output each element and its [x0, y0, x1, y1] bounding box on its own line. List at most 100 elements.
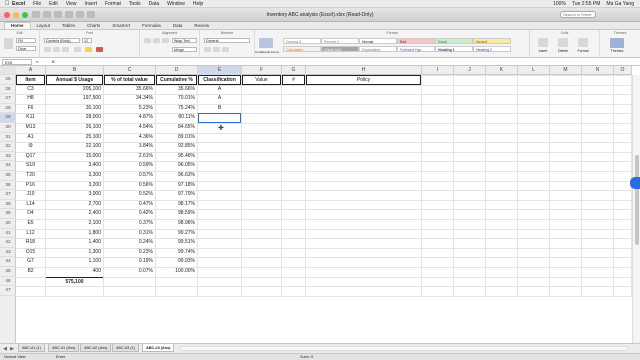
table-header-pct[interactable]: % of total value — [104, 75, 155, 85]
vertical-scrollbar[interactable] — [632, 75, 640, 343]
usage-cell[interactable]: 15,000 — [46, 152, 103, 162]
menu-insert[interactable]: Insert — [85, 1, 98, 7]
align-right-icon[interactable] — [162, 38, 169, 43]
menu-help[interactable]: Help — [193, 1, 203, 7]
sheet-tab[interactable]: ABC-#2 (Ans) — [80, 344, 112, 352]
tab-home[interactable]: Home — [4, 22, 31, 29]
row-header[interactable]: 42 — [0, 238, 16, 248]
last-sheet-icon[interactable]: ▶ — [9, 346, 15, 352]
select-all-corner[interactable] — [0, 66, 16, 75]
number-format-select[interactable]: General — [204, 38, 250, 43]
cumulative-cell[interactable]: 98.96% — [156, 219, 197, 229]
classification-cell[interactable] — [198, 190, 241, 200]
style-comma2[interactable]: Comma 2 — [283, 38, 321, 44]
pct-cell[interactable]: 0.57% — [104, 171, 155, 181]
classification-cell[interactable] — [198, 152, 241, 162]
column-header-b[interactable]: B — [46, 66, 104, 75]
clock[interactable]: Tue 2:55 PM — [572, 1, 600, 7]
sheet-tab[interactable]: ABC-#3 (1) — [112, 344, 139, 352]
table-header-item[interactable]: Item — [16, 75, 45, 85]
style-check-cell[interactable]: Check Cell — [321, 46, 359, 52]
clear-button[interactable]: Clear — [16, 46, 36, 51]
cumulative-cell[interactable]: 35.66% — [156, 85, 197, 95]
table-header-cls[interactable]: Classification — [198, 75, 241, 85]
pct-cell[interactable]: 0.31% — [104, 229, 155, 239]
column-header-l[interactable]: L — [518, 66, 550, 75]
tab-smartart[interactable]: SmartArt — [106, 23, 136, 29]
view-mode[interactable]: Normal View — [4, 354, 25, 360]
row-header[interactable]: 30 — [0, 123, 16, 133]
cumulative-cell[interactable]: 99.27% — [156, 229, 197, 239]
column-header-a[interactable]: A — [16, 66, 46, 75]
themes-icon[interactable] — [610, 38, 624, 48]
font-size-select[interactable]: 12 — [82, 38, 92, 43]
tab-layout[interactable]: Layout — [31, 23, 57, 29]
item-cell[interactable]: G7 — [16, 257, 45, 267]
column-header-g[interactable]: G — [282, 66, 306, 75]
row-header[interactable]: 35 — [0, 171, 16, 181]
row-header[interactable]: 40 — [0, 219, 16, 229]
menu-file[interactable]: File — [33, 1, 41, 7]
usage-cell[interactable]: 1,400 — [46, 238, 103, 248]
row-header[interactable]: 34 — [0, 161, 16, 171]
cumulative-cell[interactable]: 99.51% — [156, 238, 197, 248]
table-header-cum[interactable]: Cumulative % — [156, 75, 197, 85]
fx-icon[interactable]: fx — [36, 59, 39, 64]
pct-cell[interactable]: 0.37% — [104, 219, 155, 229]
item-cell[interactable]: H8 — [16, 94, 45, 104]
row-header[interactable]: 36 — [0, 181, 16, 191]
item-cell[interactable]: J10 — [16, 190, 45, 200]
cumulative-cell[interactable]: 98.17% — [156, 200, 197, 210]
fill-button[interactable]: Fill — [16, 38, 36, 43]
pct-cell[interactable]: 4.54% — [104, 123, 155, 133]
classification-cell[interactable] — [198, 248, 241, 258]
classification-cell[interactable] — [198, 257, 241, 267]
pct-cell[interactable]: 0.24% — [104, 238, 155, 248]
column-header-d[interactable]: D — [156, 66, 198, 75]
row-header[interactable]: 29 — [0, 113, 16, 123]
comma-icon[interactable] — [222, 47, 229, 52]
align-center-icon[interactable] — [153, 38, 160, 43]
menu-edit[interactable]: Edit — [49, 1, 58, 7]
classification-cell[interactable] — [198, 171, 241, 181]
row-header[interactable]: 39 — [0, 209, 16, 219]
paste-icon[interactable] — [4, 38, 13, 49]
style-good[interactable]: Good — [435, 38, 473, 44]
usage-cell[interactable]: 3,400 — [46, 161, 103, 171]
usage-cell[interactable]: 2,700 — [46, 200, 103, 210]
insert-cells-label[interactable]: Insert — [532, 48, 554, 55]
style-heading1[interactable]: Heading 1 — [435, 46, 473, 52]
pct-cell[interactable]: 5.23% — [104, 104, 155, 114]
usage-cell[interactable]: 1,100 — [46, 257, 103, 267]
pct-cell[interactable]: 0.59% — [104, 161, 155, 171]
tab-tables[interactable]: Tables — [56, 23, 81, 29]
pct-cell[interactable]: 35.66% — [104, 85, 155, 95]
tab-review[interactable]: Review — [188, 23, 215, 29]
classification-cell[interactable] — [198, 181, 241, 191]
insert-cells-icon[interactable] — [538, 38, 548, 47]
usage-cell[interactable]: 2,400 — [46, 209, 103, 219]
row-header[interactable]: 38 — [0, 200, 16, 210]
formula-input[interactable]: B — [52, 59, 55, 64]
item-cell[interactable]: T20 — [16, 171, 45, 181]
usage-cell[interactable]: 400 — [46, 267, 103, 277]
sheet-search-input[interactable]: Search in Sheet — [560, 11, 596, 18]
column-header-h[interactable]: H — [306, 66, 422, 75]
pct-cell[interactable]: 0.07% — [104, 267, 155, 277]
cumulative-cell[interactable]: 98.59% — [156, 209, 197, 219]
side-panel-tab-icon[interactable] — [630, 177, 640, 189]
pct-cell[interactable]: 34.34% — [104, 94, 155, 104]
style-followed-hyperlink[interactable]: Followed Hyp... — [397, 46, 435, 52]
classification-cell[interactable]: A — [198, 94, 241, 104]
row-header[interactable]: 43 — [0, 248, 16, 258]
cumulative-cell[interactable]: 99.93% — [156, 257, 197, 267]
style-bad[interactable]: Bad — [397, 38, 435, 44]
borders-icon[interactable] — [74, 47, 81, 52]
usage-cell[interactable]: 1,800 — [46, 229, 103, 239]
table-header-policy[interactable]: Policy — [306, 75, 421, 85]
name-box[interactable]: E29 — [2, 59, 32, 65]
font-color-icon[interactable] — [96, 47, 103, 52]
item-cell[interactable]: E5 — [16, 219, 45, 229]
usage-cell[interactable]: 22,100 — [46, 142, 103, 152]
column-header-n[interactable]: N — [582, 66, 614, 75]
